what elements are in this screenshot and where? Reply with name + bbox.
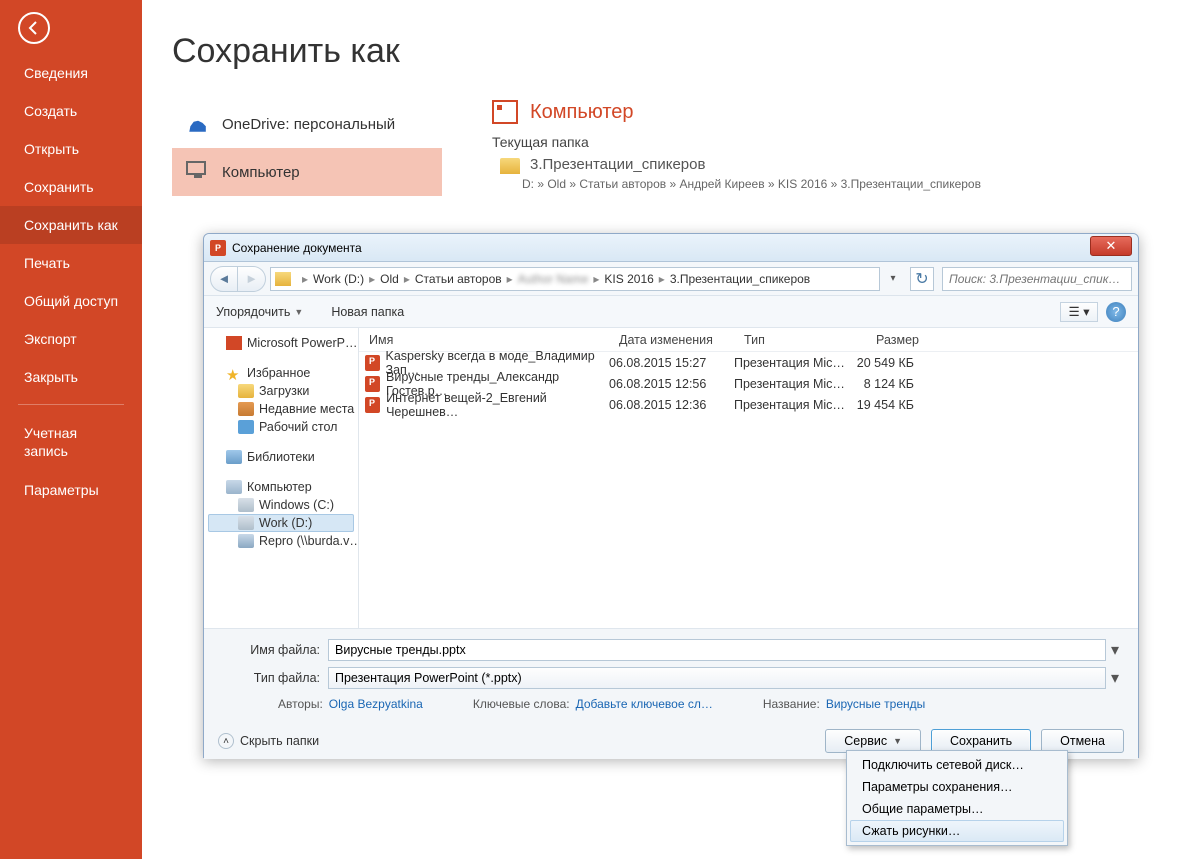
tree-downloads[interactable]: Загрузки — [208, 382, 354, 400]
dialog-title: Сохранение документа — [232, 241, 362, 255]
save-dialog: P Сохранение документа ✕ ◄ ► ▸ Work (D:)… — [203, 233, 1139, 758]
sidebar-item-print[interactable]: Печать — [0, 244, 142, 282]
computer-icon — [492, 100, 518, 124]
help-button[interactable]: ? — [1106, 302, 1126, 322]
tree-powerpoint[interactable]: Microsoft PowerP… — [208, 334, 354, 352]
tree-desktop[interactable]: Рабочий стол — [208, 418, 354, 436]
title-label: Название: — [763, 697, 820, 711]
folder-path: D: » Old » Статьи авторов » Андрей Кирее… — [522, 177, 1180, 191]
tree-drive-d[interactable]: Work (D:) — [208, 514, 354, 532]
filetype-dropdown[interactable]: ▾ — [1106, 668, 1124, 688]
file-row[interactable]: Интернет вещей-2_Евгений Черешнев…06.08.… — [359, 394, 1138, 415]
hide-folders-toggle[interactable]: ˄Скрыть папки — [218, 733, 319, 749]
filetype-label: Тип файла: — [218, 671, 328, 685]
current-folder-item[interactable]: 3.Презентации_спикеров — [500, 156, 1180, 174]
powerpoint-icon: P — [210, 240, 226, 256]
folder-name: 3.Презентации_спикеров — [530, 156, 705, 173]
tree-drive-c[interactable]: Windows (C:) — [208, 496, 354, 514]
sidebar-item-options[interactable]: Параметры — [0, 471, 142, 509]
service-menu-save-options[interactable]: Параметры сохранения… — [850, 776, 1064, 798]
folder-icon — [275, 272, 291, 286]
backstage-sidebar: Сведения Создать Открыть Сохранить Сохра… — [0, 0, 142, 859]
tree-libraries[interactable]: Библиотеки — [208, 448, 354, 466]
keywords-value[interactable]: Добавьте ключевое сл… — [576, 697, 713, 711]
pptx-icon — [365, 397, 380, 413]
place-computer[interactable]: Компьютер — [172, 148, 442, 196]
tree-computer[interactable]: Компьютер — [208, 478, 354, 496]
sidebar-item-export[interactable]: Экспорт — [0, 320, 142, 358]
place-onedrive-label: OneDrive: персональный — [222, 116, 395, 133]
sidebar-item-new[interactable]: Создать — [0, 92, 142, 130]
filename-dropdown[interactable]: ▾ — [1106, 640, 1124, 660]
place-computer-label: Компьютер — [222, 164, 300, 181]
save-places: OneDrive: персональный Компьютер — [172, 100, 442, 196]
dialog-bottom: Имя файла: ▾ Тип файла: Презентация Powe… — [204, 628, 1138, 759]
service-menu-general-options[interactable]: Общие параметры… — [850, 798, 1064, 820]
nav-back-button[interactable]: ◄ — [210, 266, 238, 292]
col-date[interactable]: Дата изменения — [609, 333, 734, 347]
place-onedrive[interactable]: OneDrive: персональный — [172, 100, 442, 148]
col-type[interactable]: Тип — [734, 333, 854, 347]
authors-label: Авторы: — [278, 697, 323, 711]
sidebar-item-close[interactable]: Закрыть — [0, 358, 142, 396]
tree-drive-network[interactable]: Repro (\\burda.v… — [208, 532, 354, 550]
service-menu-network-drive[interactable]: Подключить сетевой диск… — [850, 754, 1064, 776]
computer-icon — [186, 161, 208, 183]
service-menu-compress-pictures[interactable]: Сжать рисунки… — [850, 820, 1064, 842]
pptx-icon — [365, 376, 380, 392]
current-folder-label: Текущая папка — [492, 134, 1180, 150]
filename-label: Имя файла: — [218, 643, 328, 657]
organize-button[interactable]: Упорядочить▼ — [216, 305, 303, 319]
sidebar-item-save-as[interactable]: Сохранить как — [0, 206, 142, 244]
search-input[interactable] — [942, 267, 1132, 291]
back-button[interactable] — [18, 12, 50, 44]
sidebar-item-account[interactable]: Учетная запись — [0, 413, 142, 471]
page-title: Сохранить как — [172, 32, 1200, 71]
pptx-icon — [365, 355, 380, 371]
refresh-button[interactable]: ↻ — [910, 267, 934, 291]
save-location-detail: Компьютер Текущая папка 3.Презентации_сп… — [492, 100, 1180, 191]
sidebar-item-save[interactable]: Сохранить — [0, 168, 142, 206]
location-heading: Компьютер — [530, 101, 634, 124]
nav-forward-button[interactable]: ► — [238, 266, 266, 292]
keywords-label: Ключевые слова: — [473, 697, 570, 711]
authors-value[interactable]: Olga Bezpyatkina — [329, 697, 423, 711]
folder-icon — [500, 158, 520, 174]
col-size[interactable]: Размер — [854, 333, 934, 347]
filetype-select[interactable]: Презентация PowerPoint (*.pptx) — [328, 667, 1106, 689]
sidebar-item-open[interactable]: Открыть — [0, 130, 142, 168]
onedrive-icon — [186, 113, 208, 135]
close-button[interactable]: ✕ — [1090, 236, 1132, 256]
title-value[interactable]: Вирусные тренды — [826, 697, 925, 711]
filename-input[interactable] — [328, 639, 1106, 661]
tree-recent[interactable]: Недавние места — [208, 400, 354, 418]
dialog-nav: ◄ ► ▸ Work (D:)▸ Old▸ Статьи авторов▸ Au… — [204, 262, 1138, 296]
dialog-toolbar: Упорядочить▼ Новая папка ☰ ▾ ? — [204, 296, 1138, 328]
sidebar-item-info[interactable]: Сведения — [0, 54, 142, 92]
service-menu: Подключить сетевой диск… Параметры сохра… — [846, 750, 1068, 846]
sidebar-separator — [18, 404, 124, 405]
folder-tree: Microsoft PowerP… ★Избранное Загрузки Не… — [204, 328, 359, 628]
dialog-titlebar: P Сохранение документа ✕ — [204, 234, 1138, 262]
tree-favorites[interactable]: ★Избранное — [208, 364, 354, 382]
view-mode-button[interactable]: ☰ ▾ — [1060, 302, 1098, 322]
col-name[interactable]: Имя — [359, 333, 609, 347]
address-bar[interactable]: ▸ Work (D:)▸ Old▸ Статьи авторов▸ Author… — [270, 267, 880, 291]
file-list: Имя Дата изменения Тип Размер Kaspersky … — [359, 328, 1138, 628]
sidebar-item-share[interactable]: Общий доступ — [0, 282, 142, 320]
new-folder-button[interactable]: Новая папка — [331, 305, 404, 319]
